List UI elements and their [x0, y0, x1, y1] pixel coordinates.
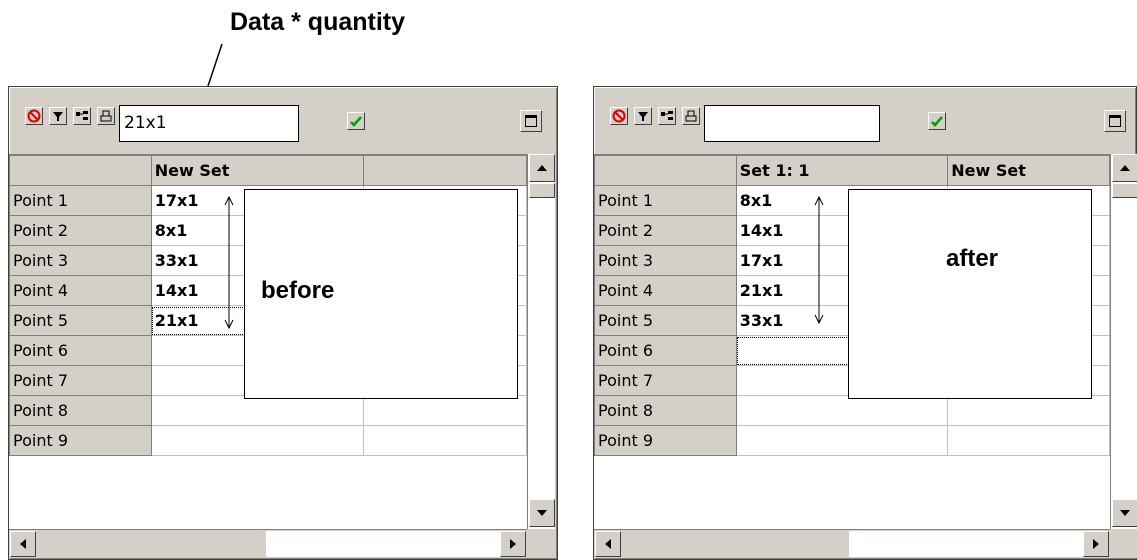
row-header[interactable]: Point 9	[9, 425, 152, 456]
column-header[interactable]: Set 1: 1	[735, 155, 949, 186]
before-annotation-label: before	[261, 277, 335, 304]
row-header[interactable]: Point 6	[594, 335, 737, 366]
arrow-right-icon	[1093, 539, 1099, 549]
row-header[interactable]: Point 4	[594, 275, 737, 306]
sort-button[interactable]	[658, 107, 676, 125]
row-header[interactable]: Point 5	[9, 305, 152, 336]
row-header[interactable]: Point 3	[594, 245, 737, 276]
filter-button[interactable]	[49, 107, 67, 125]
row-header[interactable]: Point 8	[594, 395, 737, 426]
toolbar: 21x1	[9, 87, 557, 154]
print-button[interactable]	[682, 107, 700, 125]
window-after: Set 1: 1 New Set Point 1 8x1 Point 2 14x1 …	[593, 86, 1137, 560]
grid-cell[interactable]	[947, 425, 1110, 456]
data-entry-field[interactable]: 21x1	[119, 105, 299, 142]
row-header[interactable]: Point 3	[9, 245, 152, 276]
scrollbar-track[interactable]	[266, 531, 500, 557]
filter-icon	[53, 112, 63, 121]
filter-icon	[638, 112, 648, 121]
grid-cell[interactable]	[363, 425, 527, 456]
print-icon	[685, 110, 697, 122]
grid-cell[interactable]	[735, 425, 949, 456]
after-annotation-label: after	[946, 245, 999, 272]
filter-button[interactable]	[634, 107, 652, 125]
stop-icon	[612, 109, 626, 123]
row-header[interactable]: Point 7	[594, 365, 737, 396]
callout-label: Data * quantity	[230, 8, 406, 36]
toolbar	[594, 87, 1136, 154]
stop-icon	[27, 109, 41, 123]
arrow-up-icon	[537, 165, 547, 171]
column-header[interactable]: New Set	[150, 155, 365, 186]
scrollbar-corner	[1110, 529, 1137, 558]
grid-cell[interactable]	[735, 395, 949, 426]
arrow-right-icon	[510, 539, 516, 549]
horizontal-scrollbar[interactable]	[9, 529, 527, 558]
window-before: 21x1 New Set Point 1 17x1 Point 2 8x1 Poin…	[8, 86, 558, 560]
sort-button[interactable]	[73, 107, 91, 125]
scrollbar-thumb[interactable]	[529, 183, 555, 198]
row-header[interactable]: Point 9	[594, 425, 737, 456]
sort-icon	[76, 111, 88, 120]
maximize-button[interactable]	[520, 110, 542, 132]
vertical-scrollbar[interactable]	[1110, 154, 1137, 529]
print-icon	[100, 110, 112, 122]
arrow-down-icon	[537, 510, 547, 516]
scroll-left-button[interactable]	[595, 531, 621, 557]
after-annotation-box	[848, 189, 1092, 399]
confirm-button[interactable]	[347, 112, 365, 130]
data-entry-field[interactable]	[704, 105, 880, 142]
print-button[interactable]	[97, 107, 115, 125]
column-header[interactable]: New Set	[947, 155, 1110, 186]
scroll-left-button[interactable]	[10, 531, 36, 557]
maximize-button[interactable]	[1104, 110, 1126, 132]
row-header[interactable]: Point 6	[9, 335, 152, 366]
scroll-down-button[interactable]	[529, 499, 555, 527]
grid-cell[interactable]	[363, 395, 527, 426]
row-header[interactable]: Point 5	[594, 305, 737, 336]
row-header[interactable]: Point 2	[9, 215, 152, 246]
arrow-down-icon	[1120, 510, 1130, 516]
scroll-up-button[interactable]	[529, 154, 555, 182]
row-header[interactable]: Point 4	[9, 275, 152, 306]
sort-icon	[661, 111, 673, 120]
scroll-right-button[interactable]	[500, 531, 526, 557]
row-header[interactable]: Point 7	[9, 365, 152, 396]
scroll-right-button[interactable]	[1083, 531, 1109, 557]
grid-cell[interactable]	[947, 395, 1110, 426]
arrow-left-icon	[20, 539, 26, 549]
grid-corner-header	[9, 155, 152, 186]
maximize-icon	[1109, 115, 1121, 127]
row-header[interactable]: Point 1	[594, 185, 737, 216]
scrollbar-thumb[interactable]	[1112, 183, 1137, 198]
confirm-button[interactable]	[928, 112, 946, 130]
row-header[interactable]: Point 1	[9, 185, 152, 216]
maximize-icon	[525, 115, 537, 127]
row-header[interactable]: Point 8	[9, 395, 152, 426]
check-icon	[350, 116, 362, 127]
horizontal-scrollbar[interactable]	[594, 529, 1110, 558]
arrow-left-icon	[605, 539, 611, 549]
arrow-up-icon	[1120, 165, 1130, 171]
scrollbar-track[interactable]	[849, 531, 1083, 557]
vertical-scrollbar[interactable]	[527, 154, 555, 529]
scroll-up-button[interactable]	[1112, 154, 1137, 182]
row-header[interactable]: Point 2	[594, 215, 737, 246]
column-header[interactable]	[363, 155, 527, 186]
scroll-down-button[interactable]	[1112, 499, 1137, 527]
grid-cell[interactable]	[150, 425, 365, 456]
stop-button[interactable]	[610, 107, 628, 125]
scrollbar-corner	[527, 529, 555, 558]
stop-button[interactable]	[25, 107, 43, 125]
grid-corner-header	[594, 155, 737, 186]
grid-cell[interactable]	[150, 395, 365, 426]
check-icon	[931, 116, 943, 127]
